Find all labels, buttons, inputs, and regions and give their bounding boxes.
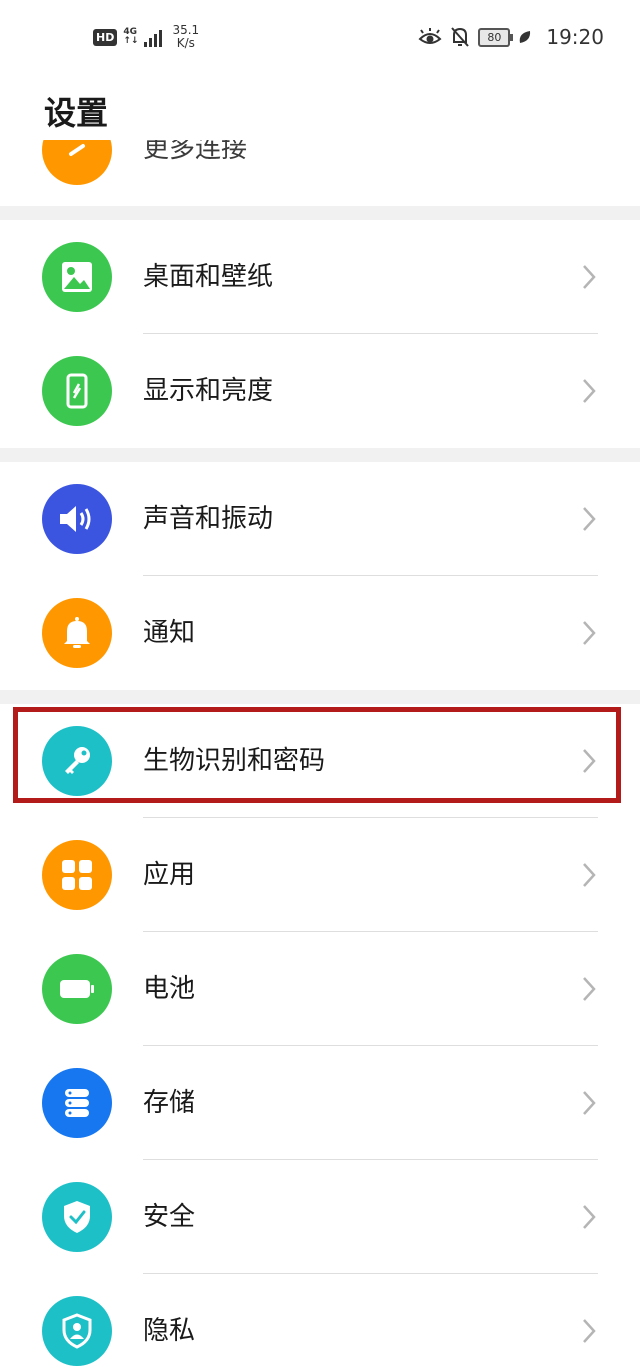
chevron-right-icon	[583, 379, 596, 403]
image-icon	[42, 242, 112, 312]
settings-item-more-connections[interactable]: 更多连接	[0, 140, 640, 206]
settings-item-label: 隐私	[143, 1316, 196, 1346]
chevron-right-icon	[583, 977, 596, 1001]
battery-icon	[42, 954, 112, 1024]
signal-icon	[144, 27, 163, 47]
settings-item-sound-vibration[interactable]: 声音和振动	[0, 462, 640, 576]
network-speed: 35.1 K/s	[172, 24, 199, 50]
settings-item-label: 通知	[143, 618, 196, 648]
settings-list[interactable]: 更多连接 桌面和壁纸 显示和亮度 声音和振动 通知 生物识别和密码 应用 电池 …	[0, 140, 640, 1368]
chevron-right-icon	[583, 265, 596, 289]
storage-icon	[42, 1068, 112, 1138]
chevron-right-icon	[583, 507, 596, 531]
bell-muted-icon	[451, 27, 470, 47]
status-left: HD 4G ↑↓ 35.1 K/s	[93, 22, 199, 52]
chevron-right-icon	[583, 1319, 596, 1343]
settings-item-label: 声音和振动	[143, 504, 274, 534]
chevron-right-icon	[583, 1205, 596, 1229]
settings-item-label: 生物识别和密码	[143, 746, 326, 776]
privacy-user-icon	[42, 1296, 112, 1366]
settings-item-display-brightness[interactable]: 显示和亮度	[0, 334, 640, 448]
settings-item-label: 存储	[143, 1088, 196, 1118]
section-divider	[0, 206, 640, 220]
network-type: 4G ↑↓	[123, 28, 138, 46]
network-speed-unit: K/s	[176, 36, 195, 50]
section-divider	[0, 448, 640, 462]
settings-item-label: 电池	[143, 974, 196, 1004]
chevron-right-icon	[583, 1091, 596, 1115]
status-bar: HD 4G ↑↓ 35.1 K/s 80 19:20	[0, 0, 640, 75]
settings-item-desktop-wallpaper[interactable]: 桌面和壁纸	[0, 220, 640, 334]
settings-item-biometrics-password[interactable]: 生物识别和密码	[0, 704, 640, 818]
settings-item-apps[interactable]: 应用	[0, 818, 640, 932]
hd-badge: HD	[93, 28, 118, 46]
status-right: 80 19:20	[418, 22, 604, 52]
link-icon	[42, 140, 112, 185]
apps-grid-icon	[42, 840, 112, 910]
settings-item-privacy[interactable]: 隐私	[0, 1274, 640, 1368]
battery-level: 80	[478, 27, 514, 47]
chevron-right-icon	[583, 863, 596, 887]
phone-display-icon	[42, 356, 112, 426]
speaker-icon	[42, 484, 112, 554]
settings-item-label: 应用	[143, 860, 196, 890]
section-divider	[0, 690, 640, 704]
settings-item-label: 更多连接	[143, 140, 248, 164]
shield-check-icon	[42, 1182, 112, 1252]
page-title: 设置	[44, 94, 109, 132]
settings-item-label: 桌面和壁纸	[143, 262, 274, 292]
network-activity: ↑↓	[123, 36, 139, 46]
eye-comfort-icon	[418, 28, 442, 44]
leaf-icon	[520, 31, 531, 43]
settings-item-battery[interactable]: 电池	[0, 932, 640, 1046]
bell-icon	[42, 598, 112, 668]
settings-item-label: 安全	[143, 1202, 196, 1232]
settings-item-notifications[interactable]: 通知	[0, 576, 640, 690]
chevron-right-icon	[583, 621, 596, 645]
chevron-right-icon	[583, 749, 596, 773]
clock: 19:20	[546, 25, 604, 49]
key-icon	[42, 726, 112, 796]
settings-item-security[interactable]: 安全	[0, 1160, 640, 1274]
settings-item-storage[interactable]: 存储	[0, 1046, 640, 1160]
settings-item-label: 显示和亮度	[143, 376, 274, 406]
